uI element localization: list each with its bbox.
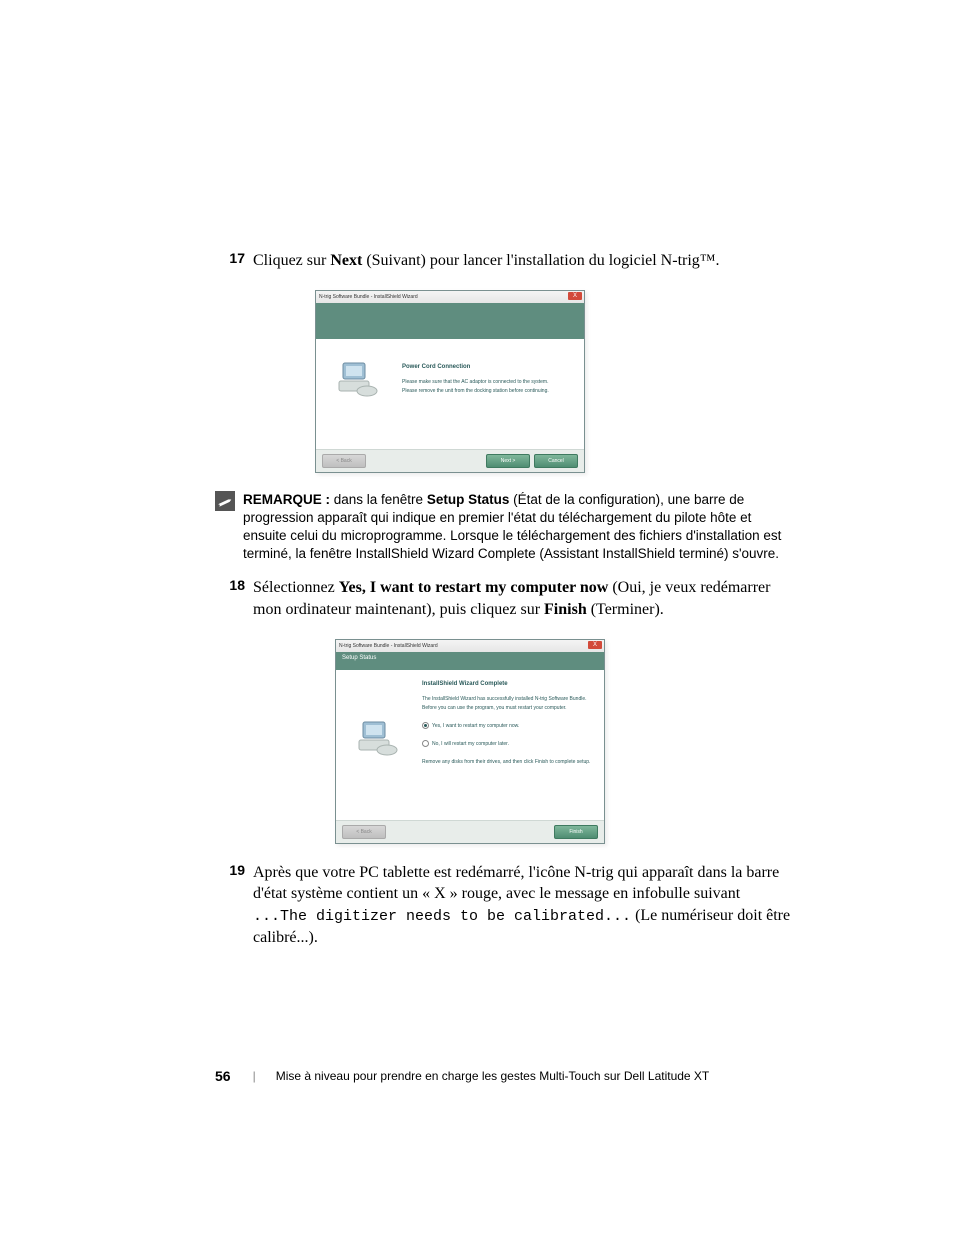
finish-button[interactable]: Finish xyxy=(554,825,598,839)
dialog1-body: Power Cord Connection Please make sure t… xyxy=(316,339,584,449)
dialog1-line2: Please remove the unit from the docking … xyxy=(402,387,578,396)
radio-yes-label: Yes, I want to restart my computer now. xyxy=(432,723,519,729)
next-button[interactable]: Next > xyxy=(486,454,530,468)
step18-a: Sélectionnez xyxy=(253,579,339,596)
back-button: < Back xyxy=(342,825,386,839)
dialog2-titlebar: N-trig Software Bundle - InstallShield W… xyxy=(336,640,604,652)
dialog2-heading: InstallShield Wizard Complete xyxy=(422,680,598,690)
back-button: < Back xyxy=(322,454,366,468)
installer-dialog-2: N-trig Software Bundle - InstallShield W… xyxy=(335,639,605,844)
dialog1-heading: Power Cord Connection xyxy=(402,363,578,373)
dialog2-lead: The InstallShield Wizard has successfull… xyxy=(422,695,598,712)
step-number: 17 xyxy=(215,250,253,266)
installer-dialog-1: N-trig Software Bundle - InstallShield W… xyxy=(315,290,585,473)
dialog1-icon-col xyxy=(316,339,402,449)
step17-suffix: (Suivant) pour lancer l'installation du … xyxy=(362,252,719,269)
step19-a: Après que votre PC tablette est redémarr… xyxy=(253,864,779,903)
remark-setup-status: Setup Status xyxy=(427,492,510,507)
remark-text-a: dans la fenêtre xyxy=(330,492,427,507)
step18-finish: Finish xyxy=(544,601,587,618)
dialog-screenshot-2: N-trig Software Bundle - InstallShield W… xyxy=(335,639,605,844)
dialog1-banner xyxy=(316,303,584,339)
step-body: Sélectionnez Yes, I want to restart my c… xyxy=(253,577,795,620)
dialog2-removal: Remove any disks from their drives, and … xyxy=(422,758,598,767)
dialog2-banner: Setup Status xyxy=(336,652,604,670)
cancel-button[interactable]: Cancel xyxy=(534,454,578,468)
step18-c: (Terminer). xyxy=(587,601,664,618)
step19-code: ...The digitizer needs to be calibrated.… xyxy=(253,908,631,925)
close-icon[interactable]: X xyxy=(588,641,602,649)
step-number: 18 xyxy=(215,577,253,593)
step-19: 19 Après que votre PC tablette est redém… xyxy=(215,862,795,949)
step18-yes: Yes, I want to restart my computer now xyxy=(339,579,609,596)
note-icon xyxy=(215,491,235,511)
dialog-screenshot-1: N-trig Software Bundle - InstallShield W… xyxy=(315,290,585,473)
radio-dot-on-icon xyxy=(422,722,429,729)
dialog2-icon-col xyxy=(336,670,422,820)
radio-dot-off-icon xyxy=(422,740,429,747)
page-number: 56 xyxy=(215,1068,231,1084)
dialog2-text: InstallShield Wizard Complete The Instal… xyxy=(422,670,604,820)
page-footer: 56 | Mise à niveau pour prendre en charg… xyxy=(215,1068,795,1084)
document-page: 17 Cliquez sur Next (Suivant) pour lance… xyxy=(215,250,795,961)
radio-yes[interactable]: Yes, I want to restart my computer now. xyxy=(422,722,598,730)
dialog2-body: InstallShield Wizard Complete The Instal… xyxy=(336,670,604,820)
dialog2-title: N-trig Software Bundle - InstallShield W… xyxy=(339,643,438,649)
computer-icon xyxy=(357,716,401,760)
footer-title: Mise à niveau pour prendre en charge les… xyxy=(276,1069,710,1083)
dialog1-titlebar: N-trig Software Bundle - InstallShield W… xyxy=(316,291,584,303)
step-17: 17 Cliquez sur Next (Suivant) pour lance… xyxy=(215,250,795,272)
dialog1-line1: Please make sure that the AC adaptor is … xyxy=(402,378,578,387)
radio-no-label: No, I will restart my computer later. xyxy=(432,741,509,747)
remark-label: REMARQUE : xyxy=(243,492,330,507)
close-icon[interactable]: X xyxy=(568,292,582,300)
dialog1-title: N-trig Software Bundle - InstallShield W… xyxy=(319,294,418,300)
step-body: Après que votre PC tablette est redémarr… xyxy=(253,862,795,949)
remark-body: REMARQUE : dans la fenêtre Setup Status … xyxy=(243,491,795,564)
step17-next-bold: Next xyxy=(330,252,362,269)
step-number: 19 xyxy=(215,862,253,878)
radio-no[interactable]: No, I will restart my computer later. xyxy=(422,740,598,748)
step-18: 18 Sélectionnez Yes, I want to restart m… xyxy=(215,577,795,620)
remark-block: REMARQUE : dans la fenêtre Setup Status … xyxy=(215,491,795,564)
footer-separator: | xyxy=(253,1069,256,1083)
step-body: Cliquez sur Next (Suivant) pour lancer l… xyxy=(253,250,795,272)
step17-prefix: Cliquez sur xyxy=(253,252,330,269)
dialog2-footer: < Back Finish xyxy=(336,820,604,843)
dialog2-banner-label: Setup Status xyxy=(336,652,604,664)
dialog1-text: Power Cord Connection Please make sure t… xyxy=(402,339,584,449)
dialog1-footer: < Back Next > Cancel xyxy=(316,449,584,472)
computer-icon xyxy=(337,357,381,401)
